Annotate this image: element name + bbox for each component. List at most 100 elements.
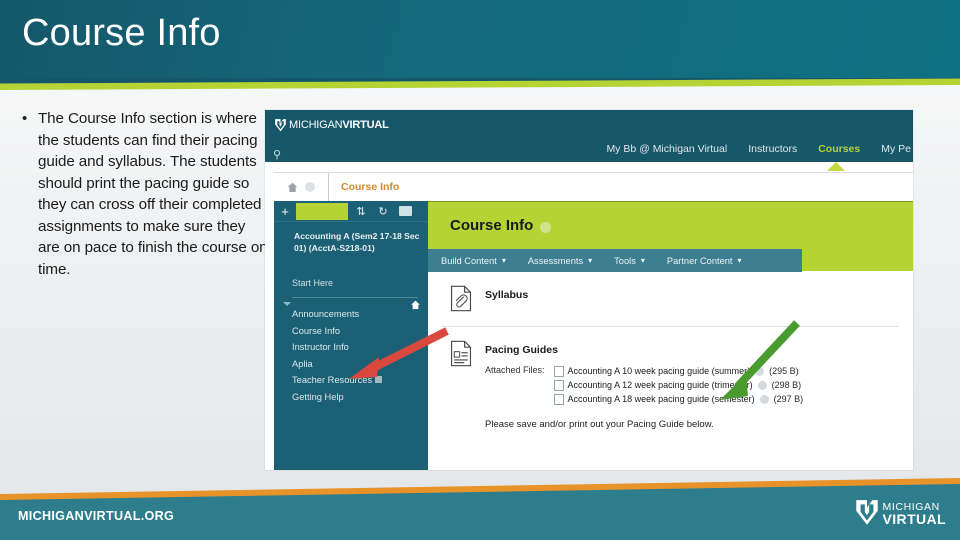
attached-files-list: Accounting A 10 week pacing guide (summe… (553, 365, 804, 407)
active-tab-caret-icon (827, 162, 845, 171)
footer-logo-line2: VIRTUAL (882, 511, 946, 527)
lms-top-nav: My Bb @ Michigan Virtual Instructors Cou… (606, 143, 913, 155)
attached-files-label: Attached Files: (485, 365, 545, 375)
content-item-body: Syllabus (485, 285, 913, 312)
sidebar-item-label: Teacher Resources (292, 375, 373, 385)
course-menu-toolbar: + ⇅ ↻ (274, 201, 428, 222)
menu-tools[interactable]: Tools ▾ (614, 256, 654, 266)
menu-label: Assessments (527, 255, 584, 266)
chevron-down-icon[interactable] (759, 395, 769, 404)
course-content-panel: Course Info Build Content ▾ Assessments ▾ … (428, 201, 913, 470)
menu-assessments[interactable]: Assessments ▾ (528, 256, 601, 266)
slide-footer: MICHIGANVIRTUAL.ORG MICHIGAN VIRTUAL (0, 470, 960, 540)
sidebar-item-teacher-resources[interactable]: Teacher Resources (292, 372, 428, 389)
slide: Course Info • The Course Info section is… (0, 0, 960, 540)
menu-label: Tools (614, 255, 636, 266)
sidebar-item-announcements[interactable]: Announcements (292, 306, 428, 323)
external-link-icon (375, 376, 383, 383)
content-page-title: Course Info (450, 217, 534, 234)
chevron-down-icon: ▾ (737, 255, 742, 265)
bullet-marker: • (22, 110, 28, 127)
file-icon (553, 380, 564, 391)
course-title: Accounting A (Sem2 17-18 Sec 01) (AcctA-… (294, 231, 420, 253)
file-icon (553, 394, 564, 405)
attachment-document-icon (450, 285, 472, 312)
embedded-browser-screenshot: MICHIGANVIRTUAL My Bb @ Michigan Virtual… (265, 110, 913, 470)
footer-logo-text: MICHIGAN VIRTUAL (882, 501, 946, 527)
chevron-down-icon[interactable] (540, 222, 552, 233)
course-home-icon (411, 300, 420, 310)
shield-icon (275, 118, 286, 131)
content-item-body: Pacing Guides Attached Files: Accounting… (485, 340, 913, 430)
file-name[interactable]: Accounting A 18 week pacing guide (semes… (568, 393, 755, 406)
sidebar-links: Announcements Course Info Instructor Inf… (292, 306, 428, 405)
file-icon (553, 366, 564, 377)
chevron-down-icon: ▾ (640, 255, 645, 265)
attached-files-block: Attached Files: Accounting A 10 week pac… (485, 365, 913, 407)
refresh-circle-icon[interactable] (305, 182, 315, 192)
logo-text-prefix: MICHIGAN (289, 119, 343, 131)
chevron-down-icon: ▾ (501, 255, 506, 265)
menu-partner-content[interactable]: Partner Content ▾ (667, 256, 751, 266)
file-name[interactable]: Accounting A 12 week pacing guide (trime… (568, 379, 753, 392)
list-item: Accounting A 10 week pacing guide (summe… (553, 365, 804, 378)
file-size: (297 B) (773, 394, 804, 404)
file-size: (298 B) (771, 380, 802, 390)
chevron-down-icon: ▾ (588, 255, 593, 265)
nav-item-my-bb[interactable]: My Bb @ Michigan Virtual (606, 143, 727, 155)
sidebar-item-aplia[interactable]: Aplia (292, 356, 428, 373)
lms-top-bar: MICHIGANVIRTUAL My Bb @ Michigan Virtual… (265, 110, 913, 171)
menu-build-content[interactable]: Build Content ▾ (441, 256, 515, 266)
breadcrumb-icons (274, 173, 329, 201)
content-item-title[interactable]: Syllabus (485, 289, 913, 301)
menu-label: Partner Content (666, 255, 733, 266)
collapse-caret-icon[interactable] (283, 302, 291, 306)
sidebar-item-instructor-info[interactable]: Instructor Info (292, 339, 428, 356)
michigan-virtual-logo: MICHIGANVIRTUAL (274, 117, 389, 133)
content-items: Syllabus Pacing Guides Attached Files: A… (428, 272, 913, 430)
nav-item-my-pe[interactable]: My Pe (881, 143, 911, 155)
sidebar-divider (292, 297, 418, 298)
content-item-pacing-guides: Pacing Guides Attached Files: Accounting… (428, 327, 913, 430)
slide-header: Course Info (0, 0, 960, 80)
logo-text: MICHIGANVIRTUAL (289, 119, 389, 131)
reorder-icon[interactable]: ⇅ (350, 201, 372, 221)
bullet-list: • The Course Info section is where the s… (22, 108, 268, 280)
paperclip-icon[interactable]: ⚲ (269, 148, 285, 162)
action-bar-filler (802, 248, 913, 271)
folder-icon (398, 206, 412, 216)
list-document-icon (450, 340, 472, 367)
breadcrumb-current[interactable]: Course Info (329, 181, 399, 193)
footer-url: MICHIGANVIRTUAL.ORG (18, 509, 175, 523)
content-item-title[interactable]: Pacing Guides (485, 344, 913, 356)
add-item-button[interactable]: + (274, 201, 296, 221)
shield-icon (855, 500, 878, 525)
sidebar-item-course-info[interactable]: Course Info (292, 323, 428, 340)
sidebar-item-getting-help[interactable]: Getting Help (292, 389, 428, 406)
chevron-down-icon[interactable] (755, 367, 765, 376)
folder-view-button[interactable] (394, 201, 416, 221)
breadcrumb: Course Info (274, 172, 913, 202)
list-item: Accounting A 12 week pacing guide (trime… (553, 379, 804, 392)
sidebar-item-start-here[interactable]: Start Here (292, 278, 420, 288)
header-accent-band (0, 78, 960, 90)
list-item: • The Course Info section is where the s… (22, 108, 268, 280)
home-icon (287, 182, 298, 192)
nav-item-instructors[interactable]: Instructors (748, 143, 797, 155)
course-menu-sidebar: + ⇅ ↻ Accounting A (Sem2 17-18 Sec 01) (… (274, 201, 428, 470)
logo-text-suffix: VIRTUAL (342, 119, 389, 131)
nav-item-courses[interactable]: Courses (818, 143, 860, 155)
content-action-bar: Build Content ▾ Assessments ▾ Tools ▾ Partn… (428, 249, 802, 272)
page-title: Course Info (22, 12, 221, 54)
pacing-guide-note: Please save and/or print out your Pacing… (485, 419, 714, 430)
list-item: Accounting A 18 week pacing guide (semes… (553, 393, 804, 406)
menu-highlight-bar (296, 202, 348, 220)
footer-logo: MICHIGAN VIRTUAL (854, 498, 946, 528)
file-name[interactable]: Accounting A 10 week pacing guide (summe… (568, 365, 751, 378)
file-size: (295 B) (769, 366, 799, 376)
refresh-icon[interactable]: ↻ (372, 201, 394, 221)
content-page-header: Course Info (428, 201, 913, 249)
chevron-down-icon[interactable] (757, 381, 767, 390)
bullet-text: The Course Info section is where the stu… (38, 110, 268, 278)
menu-label: Build Content (441, 255, 497, 266)
